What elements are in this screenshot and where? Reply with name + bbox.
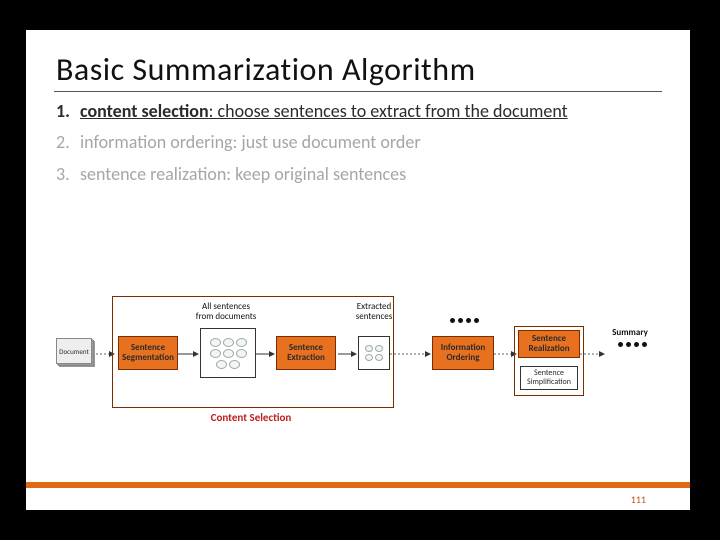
list-item: 3. sentence realization: keep original s… — [56, 163, 660, 186]
sentence-realization-box: SentenceRealization — [518, 330, 580, 358]
item-rest: : keep original sentences — [226, 163, 406, 185]
item-number: 2. — [56, 131, 80, 154]
extracted-caption: Extractedsentences — [350, 302, 398, 322]
item-label: content selection — [80, 100, 209, 122]
step-list: 1. content selection: choose sentences t… — [56, 100, 660, 186]
dots-icon — [444, 318, 484, 323]
list-item: 1. content selection: choose sentences t… — [56, 100, 660, 123]
list-item: 2. information ordering: just use docume… — [56, 131, 660, 154]
slide: Basic Summarization Algorithm 1. content… — [26, 30, 690, 510]
pipeline-diagram: Document Content Selection SentenceSegme… — [56, 278, 662, 448]
doc-label: Document — [56, 338, 92, 364]
sentence-extraction-box: SentenceExtraction — [276, 336, 336, 370]
item-text: content selection: choose sentences to e… — [80, 100, 660, 123]
extracted-sentences-box — [358, 336, 390, 370]
item-rest: : just use document order — [233, 131, 421, 153]
item-number: 3. — [56, 163, 80, 186]
footer-bar — [26, 482, 690, 488]
item-text: sentence realization: keep original sent… — [80, 163, 660, 186]
item-number: 1. — [56, 100, 80, 123]
summary-label: Summary — [604, 328, 656, 338]
information-ordering-box: InformationOrdering — [432, 336, 494, 370]
item-rest: : choose sentences to extract from the d… — [209, 100, 568, 122]
sentence-segmentation-box: SentenceSegmentation — [118, 336, 178, 370]
item-label: sentence realization — [80, 163, 226, 185]
all-sentences-box — [200, 328, 256, 378]
sentence-simplification-box: SentenceSimplification — [520, 366, 578, 390]
summary-dots-icon — [612, 342, 652, 347]
item-text: information ordering: just use document … — [80, 131, 660, 154]
content-selection-label: Content Selection — [156, 412, 346, 424]
slide-title: Basic Summarization Algorithm — [54, 30, 662, 92]
page-number: 111 — [631, 493, 646, 506]
document-icon: Document — [56, 338, 96, 368]
all-sentences-caption: All sentencesfrom documents — [194, 302, 258, 322]
item-label: information ordering — [80, 131, 233, 153]
